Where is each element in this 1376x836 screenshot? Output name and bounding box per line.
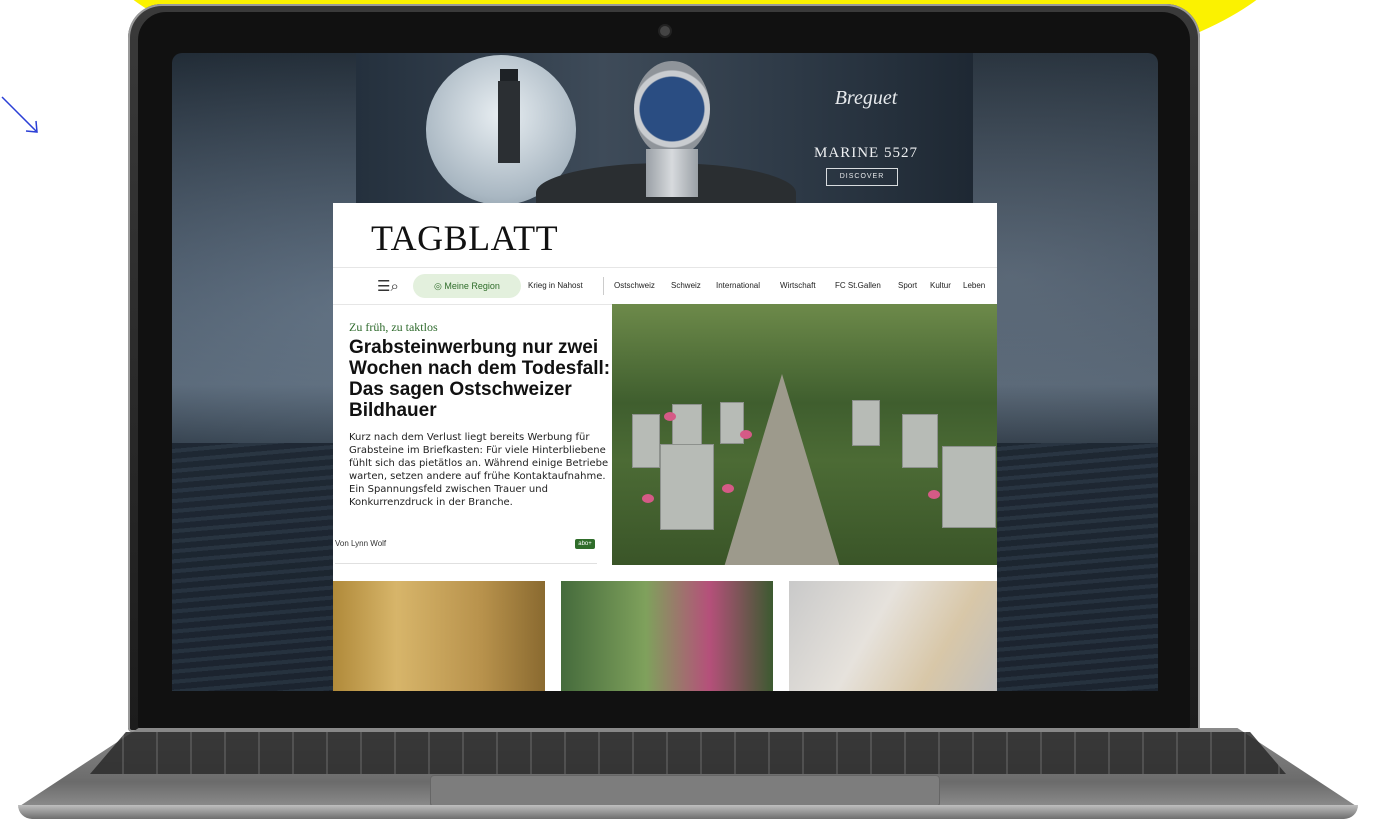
gravestone-image xyxy=(632,414,660,468)
arrow-icon xyxy=(1,96,38,133)
news-webpage: TAGBLATT ☰⌕ ◎ Meine Region Krieg in Naho… xyxy=(333,203,997,691)
nav-divider xyxy=(603,277,604,295)
trackpad xyxy=(430,775,940,807)
abo-badge: abo+ xyxy=(575,539,595,549)
nav-item-fc-stgallen[interactable]: FC St.Gallen xyxy=(835,268,881,304)
region-button[interactable]: ◎ Meine Region xyxy=(413,274,521,298)
laptop-base-front xyxy=(18,805,1358,819)
nav-item-schweiz[interactable]: Schweiz xyxy=(671,268,701,304)
gravestone-image xyxy=(902,414,938,468)
divider xyxy=(335,563,597,564)
gravestone-image xyxy=(720,402,744,444)
location-pin-icon: ◎ xyxy=(434,281,445,291)
cemetery-hero-image[interactable] xyxy=(612,304,997,565)
gravestone-image xyxy=(852,400,880,446)
article-kicker: Zu früh, zu taktlos xyxy=(349,320,438,334)
ad-brand: Breguet xyxy=(834,87,898,109)
flower-image xyxy=(722,484,734,493)
gravestone-image xyxy=(660,444,714,530)
main-navigation: ☰⌕ ◎ Meine Region Krieg in Nahost Ostsch… xyxy=(333,267,997,305)
article-headline[interactable]: Grabsteinwerbung nur zwei Wochen nach de… xyxy=(349,337,611,421)
watch-ad-banner[interactable]: Breguet MARINE 5527 DISCOVER xyxy=(356,53,973,203)
watch-band-image xyxy=(646,149,698,197)
flower-image xyxy=(642,494,654,503)
lighthouse-icon xyxy=(498,69,520,163)
laptop-screen: Breguet MARINE 5527 DISCOVER TAGBLATT ☰⌕… xyxy=(172,53,1158,691)
ad-model: MARINE 5527 xyxy=(814,145,918,161)
nav-item-international[interactable]: International xyxy=(716,268,760,304)
cheese-cellar-teaser-image[interactable] xyxy=(333,581,545,691)
ad-discover-button[interactable]: DISCOVER xyxy=(826,168,898,186)
menu-search-icon[interactable]: ☰⌕ xyxy=(377,277,399,295)
card-payment-teaser-image[interactable] xyxy=(789,581,997,691)
nav-item-leben[interactable]: Leben xyxy=(963,268,985,304)
nav-item-sport[interactable]: Sport xyxy=(898,268,917,304)
nav-item-kultur[interactable]: Kultur xyxy=(930,268,951,304)
nav-item-wirtschaft[interactable]: Wirtschaft xyxy=(780,268,816,304)
keyboard xyxy=(90,732,1286,774)
nav-item-krieg-in-nahost[interactable]: Krieg in Nahost xyxy=(528,268,583,304)
article-author: Von Lynn Wolf xyxy=(335,539,387,548)
region-label: Meine Region xyxy=(444,281,500,291)
flower-image xyxy=(928,490,940,499)
gravestone-image xyxy=(942,446,996,528)
site-logo[interactable]: TAGBLATT xyxy=(371,217,558,259)
memorial-photos-teaser-image[interactable] xyxy=(561,581,773,691)
camera-icon xyxy=(660,26,670,36)
flower-image xyxy=(740,430,752,439)
nav-item-ostschweiz[interactable]: Ostschweiz xyxy=(614,268,655,304)
flower-image xyxy=(664,412,676,421)
watch-icon xyxy=(634,61,710,157)
article-lead: Kurz nach dem Verlust liegt bereits Werb… xyxy=(349,432,609,508)
